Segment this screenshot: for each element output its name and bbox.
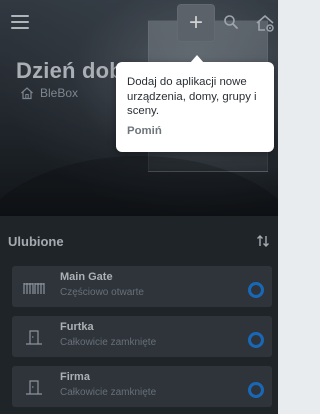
app-root: + Dzień dobry BleBox Ulubione Main Gate … <box>0 0 278 414</box>
device-name: Firma <box>60 371 90 383</box>
house-gear-icon[interactable] <box>254 12 276 34</box>
hamburger-menu-icon[interactable] <box>11 15 29 29</box>
device-status: Częściowo otwarte <box>60 287 144 298</box>
device-card-firma[interactable]: Firma Całkowicie zamknięte <box>12 366 272 407</box>
favorites-title: Ulubione <box>8 234 64 249</box>
home-selector[interactable]: BleBox <box>20 86 78 100</box>
home-name: BleBox <box>40 86 79 100</box>
home-icon <box>21 87 33 100</box>
skip-button[interactable]: Pomiń <box>127 125 162 137</box>
device-status: Całkowicie zamknięte <box>60 387 157 398</box>
add-button[interactable]: + <box>177 4 215 42</box>
status-ring[interactable] <box>248 332 264 348</box>
device-card-furtka[interactable]: Furtka Całkowicie zamknięte <box>12 316 272 357</box>
status-ring[interactable] <box>248 282 264 298</box>
door-icon <box>26 380 42 395</box>
top-bar: + <box>0 0 278 44</box>
search-icon[interactable] <box>223 14 239 30</box>
device-name: Main Gate <box>60 271 113 283</box>
status-ring[interactable] <box>248 382 264 398</box>
device-card-main-gate[interactable]: Main Gate Częściowo otwarte <box>12 266 272 307</box>
tooltip-text: Dodaj do aplikacji nowe urządzenia, domy… <box>127 76 257 117</box>
device-status: Całkowicie zamknięte <box>60 337 157 348</box>
door-icon <box>26 330 42 345</box>
device-name: Furtka <box>60 321 94 333</box>
sort-arrows-icon[interactable] <box>256 234 270 248</box>
onboarding-tooltip: Dodaj do aplikacji nowe urządzenia, domy… <box>116 55 274 152</box>
favorites-section: Ulubione Main Gate Częściowo otwarte Fur… <box>0 216 278 414</box>
gate-icon <box>23 283 45 294</box>
